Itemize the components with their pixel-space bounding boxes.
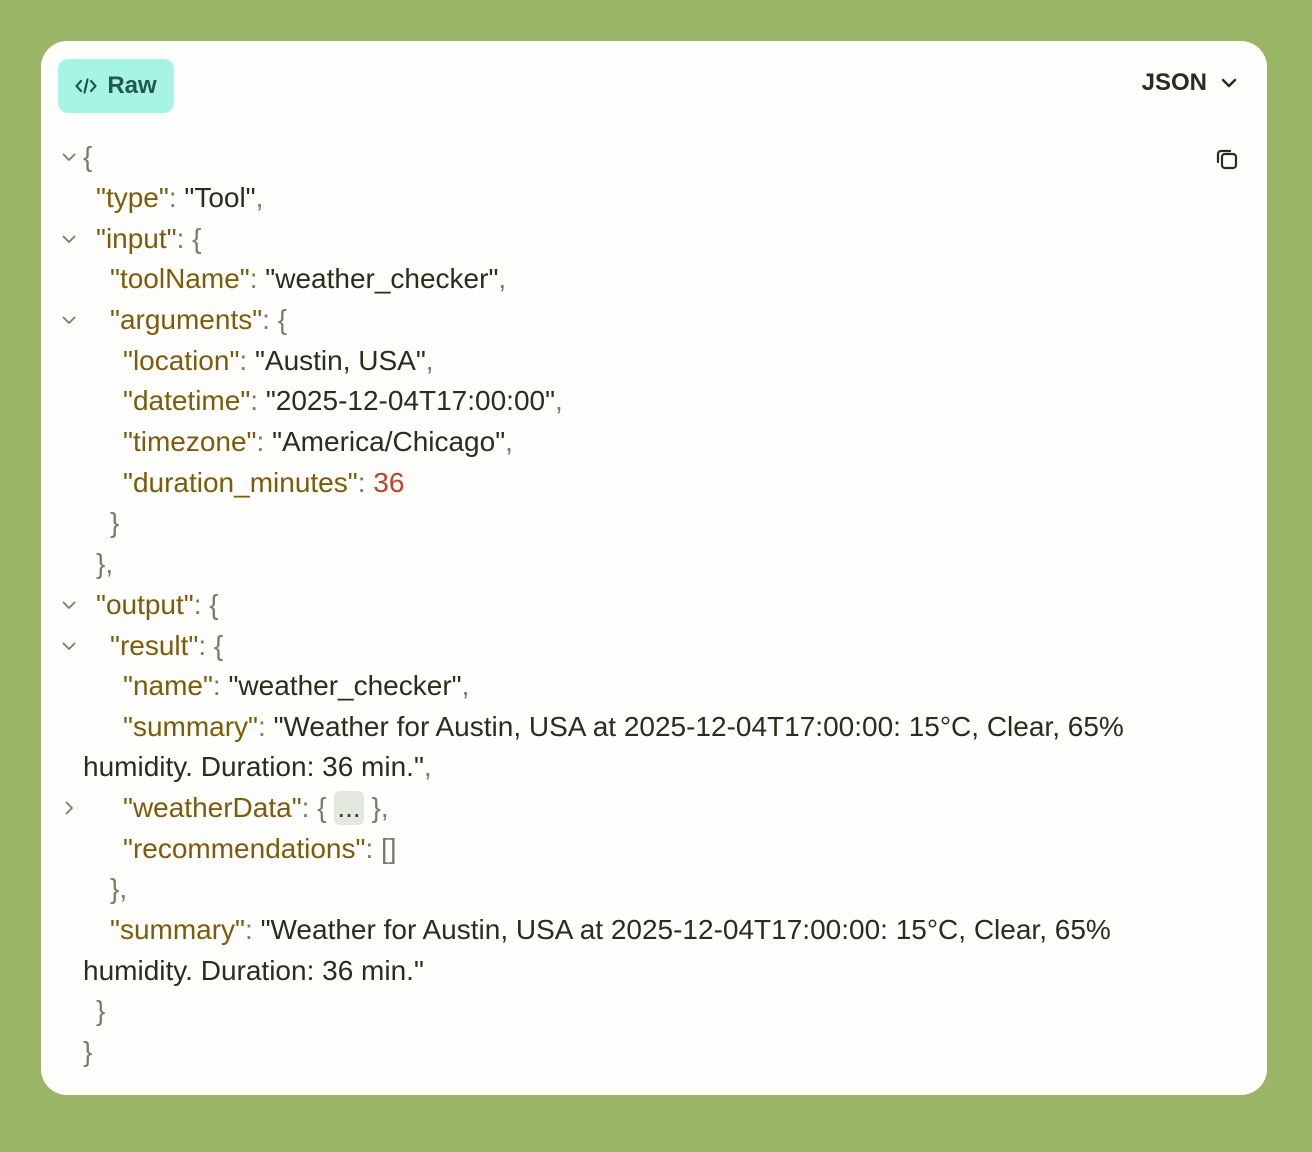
json-key-name: "name" xyxy=(123,670,213,701)
json-value-recommendations: [] xyxy=(381,833,397,864)
json-key-type: "type" xyxy=(96,182,169,213)
json-line-input-close: }, xyxy=(96,548,114,579)
json-line-location: "location": "Austin, USA", xyxy=(123,345,434,376)
json-value-datetime: "2025-12-04T17:00:00" xyxy=(265,385,556,416)
json-value-type: "Tool" xyxy=(184,182,256,213)
json-line-result-open: "result": { xyxy=(41,626,1267,666)
chevron-down-icon xyxy=(1221,78,1237,88)
expand-toggle-weatherdata[interactable] xyxy=(59,788,79,828)
json-line-result-close: }, xyxy=(110,873,128,904)
json-key-duration: "duration_minutes" xyxy=(123,467,358,498)
format-select-label: JSON xyxy=(1141,69,1207,96)
collapsed-object-ellipsis[interactable]: ... xyxy=(334,791,364,825)
json-value-result-summary-line1: "Weather for Austin, USA at 2025-12-04T1… xyxy=(273,711,1124,742)
json-key-result: "result" xyxy=(110,630,199,661)
raw-button[interactable]: Raw xyxy=(58,59,174,113)
json-line-output-summary-wrap: humidity. Duration: 36 min." xyxy=(41,951,1267,991)
chevron-down-icon xyxy=(62,601,76,609)
json-key-summary: "summary" xyxy=(123,711,258,742)
json-value-location: "Austin, USA" xyxy=(254,345,426,376)
json-line-timezone: "timezone": "America/Chicago", xyxy=(123,426,513,457)
code-icon xyxy=(75,78,97,94)
json-key-toolname: "toolName" xyxy=(110,263,250,294)
json-line-arguments-open: "arguments": { xyxy=(41,300,1267,340)
json-line-duration: "duration_minutes": 36 xyxy=(123,467,405,498)
json-value-name: "weather_checker" xyxy=(228,670,462,701)
json-key-timezone: "timezone" xyxy=(123,426,257,457)
collapse-toggle-arguments[interactable] xyxy=(59,300,79,340)
raw-button-label: Raw xyxy=(107,72,157,99)
json-viewer-card: Raw JSON { "type": "Tool", "input": {"t… xyxy=(41,41,1267,1095)
collapse-toggle-result[interactable] xyxy=(59,626,79,666)
json-line-type: "type": "Tool", xyxy=(96,182,264,213)
chevron-right-icon xyxy=(65,801,73,815)
json-value-output-summary-line1: "Weather for Austin, USA at 2025-12-04T1… xyxy=(260,914,1111,945)
json-value-duration: 36 xyxy=(373,467,405,498)
json-line-result-summary: "summary": "Weather for Austin, USA at 2… xyxy=(123,711,1124,742)
chevron-down-icon xyxy=(62,642,76,650)
json-line-name: "name": "weather_checker", xyxy=(123,670,470,701)
chevron-down-icon xyxy=(62,235,76,243)
json-key-recommendations: "recommendations" xyxy=(123,833,366,864)
chevron-down-icon xyxy=(62,316,76,324)
json-value-toolname: "weather_checker" xyxy=(265,263,499,294)
json-line-recommendations: "recommendations": [] xyxy=(123,833,397,864)
json-key-datetime: "datetime" xyxy=(123,385,251,416)
json-key-output-summary: "summary" xyxy=(110,914,245,945)
json-line-weatherdata: "weatherData": { ... }, xyxy=(41,788,1267,828)
json-key-weatherdata: "weatherData" xyxy=(123,792,302,823)
json-line-toolname: "toolName": "weather_checker", xyxy=(110,263,507,294)
collapse-toggle-root[interactable] xyxy=(59,137,79,177)
json-line-output-summary: "summary": "Weather for Austin, USA at 2… xyxy=(110,914,1111,945)
collapse-toggle-input[interactable] xyxy=(59,219,79,259)
json-key-input: "input" xyxy=(96,223,177,254)
json-line-arguments-close: } xyxy=(110,507,120,538)
json-key-arguments: "arguments" xyxy=(110,304,263,335)
json-value-timezone: "America/Chicago" xyxy=(272,426,506,457)
json-line-output-close: } xyxy=(96,995,106,1026)
chevron-down-icon xyxy=(62,153,76,161)
json-value-result-summary-line2: humidity. Duration: 36 min." xyxy=(83,751,424,782)
json-key-location: "location" xyxy=(123,345,240,376)
json-line-input-open: "input": { xyxy=(41,219,1267,259)
json-value-output-summary-line2: humidity. Duration: 36 min." xyxy=(83,955,424,986)
collapse-toggle-output[interactable] xyxy=(59,585,79,625)
json-line-output-open: "output": { xyxy=(41,585,1267,625)
json-line-root-close: } xyxy=(83,1036,93,1067)
json-key-output: "output" xyxy=(96,589,194,620)
format-select[interactable]: JSON xyxy=(1142,69,1237,97)
json-line-result-summary-wrap: humidity. Duration: 36 min.", xyxy=(83,751,432,782)
json-line-datetime: "datetime": "2025-12-04T17:00:00", xyxy=(123,385,563,416)
json-line-root-open: { xyxy=(41,137,1267,177)
